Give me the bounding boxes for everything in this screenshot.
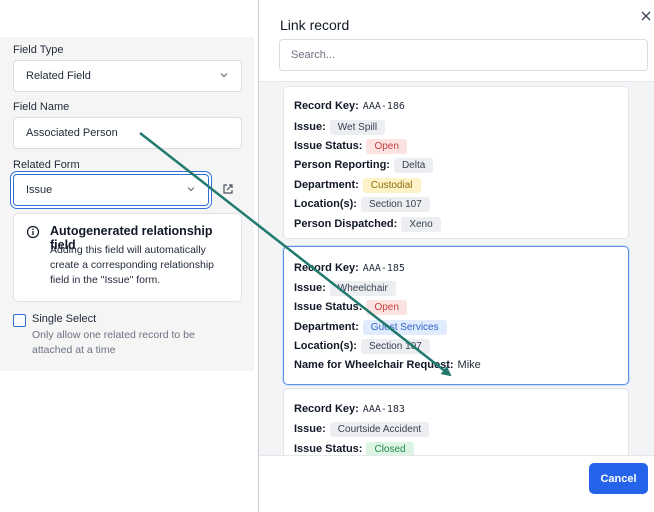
record-field: Name for Wheelchair Request: Mike xyxy=(294,356,481,374)
link-record-dialog: Link record Search... Record Key: AAA-186… xyxy=(258,0,654,512)
field-type-select[interactable]: Related Field xyxy=(13,60,242,92)
record-field: Issue Status: Open xyxy=(294,298,407,316)
single-select-checkbox[interactable] xyxy=(13,314,26,327)
field-key: Issue: xyxy=(294,282,326,294)
field-key: Department: xyxy=(294,179,359,191)
record-field: Record Key: AAA-183 xyxy=(294,400,405,418)
field-key: Record Key: xyxy=(294,100,359,112)
chevron-down-icon xyxy=(220,73,228,78)
record-field: Record Key: AAA-186 xyxy=(294,97,405,115)
field-key: Department: xyxy=(294,321,359,333)
record-key-value: AAA-185 xyxy=(362,262,405,274)
record-field: Issue Status: Closed xyxy=(294,440,414,455)
record-card[interactable]: Record Key: AAA-186 Issue: Wet Spill Issue… xyxy=(283,86,629,239)
status-badge: Open xyxy=(366,138,407,154)
field-type-value: Related Field xyxy=(26,70,91,82)
dialog-title: Link record xyxy=(280,17,350,33)
field-name-label: Field Name xyxy=(13,101,70,113)
record-list[interactable]: Record Key: AAA-186 Issue: Wet Spill Issue… xyxy=(259,81,654,456)
status-badge: Closed xyxy=(366,441,414,455)
field-name-value: Associated Person xyxy=(26,127,118,139)
record-field: Issue: Wet Spill xyxy=(294,118,386,136)
record-field: Issue: Wheelchair xyxy=(294,279,396,297)
field-key: Issue: xyxy=(294,423,326,435)
external-link-icon[interactable] xyxy=(221,182,235,196)
field-key: Issue Status: xyxy=(294,140,363,152)
location-tag: Section 107 xyxy=(360,196,430,212)
record-field: Person Reporting: Delta xyxy=(294,156,434,174)
field-key: Issue: xyxy=(294,121,326,133)
field-key: Person Dispatched: xyxy=(294,218,398,230)
related-form-value: Issue xyxy=(26,184,53,196)
department-tag: Custodial xyxy=(362,177,421,193)
issue-tag: Wet Spill xyxy=(329,119,386,135)
chevron-down-icon xyxy=(187,187,195,192)
field-key: Record Key: xyxy=(294,403,359,415)
single-select-help: Only allow one related record to be atta… xyxy=(32,329,195,356)
location-tag: Section 107 xyxy=(360,338,430,354)
info-icon xyxy=(26,225,40,239)
info-text: Adding this field will automatically cre… xyxy=(50,244,215,286)
issue-tag: Wheelchair xyxy=(329,280,396,296)
field-name-input[interactable]: Associated Person xyxy=(13,117,242,149)
related-form-select[interactable]: Issue xyxy=(13,174,209,206)
field-key: Location(s): xyxy=(294,340,357,352)
status-badge: Open xyxy=(366,299,407,315)
panel-background xyxy=(0,371,258,512)
field-key: Name for Wheelchair Request: xyxy=(294,359,454,371)
record-field: Person Dispatched: Xeno xyxy=(294,215,441,233)
record-key-value: AAA-183 xyxy=(362,403,405,415)
field-key: Person Reporting: xyxy=(294,159,390,171)
autogenerated-info-box: Autogenerated relationship field Adding … xyxy=(13,213,242,302)
department-tag: Guest Services xyxy=(362,319,447,335)
person-tag: Delta xyxy=(393,157,434,173)
single-select-label: Single Select xyxy=(32,313,97,325)
record-field: Record Key: AAA-185 xyxy=(294,259,405,277)
record-field: Issue Status: Open xyxy=(294,137,407,155)
search-input[interactable]: Search... xyxy=(279,39,648,71)
issue-tag: Courtside Accident xyxy=(329,421,430,437)
record-card-selected[interactable]: Record Key: AAA-185 Issue: Wheelchair Issu… xyxy=(283,246,629,385)
record-field: Department: Guest Services xyxy=(294,318,447,336)
record-card[interactable]: Record Key: AAA-183 Issue: Courtside Accid… xyxy=(283,388,629,455)
search-placeholder: Search... xyxy=(291,49,336,61)
record-field: Department: Custodial xyxy=(294,176,421,194)
field-key: Issue Status: xyxy=(294,301,363,313)
field-type-label: Field Type xyxy=(13,44,64,56)
field-key: Record Key: xyxy=(294,262,359,274)
related-form-label: Related Form xyxy=(13,159,80,171)
close-icon[interactable] xyxy=(640,10,652,22)
field-key: Location(s): xyxy=(294,198,357,210)
field-key: Issue Status: xyxy=(294,443,363,455)
record-field: Location(s): Section 107 xyxy=(294,337,430,355)
cancel-button[interactable]: Cancel xyxy=(589,463,648,494)
wheelchair-name-value: Mike xyxy=(457,359,481,371)
record-field: Location(s): Section 107 xyxy=(294,195,430,213)
person-tag: Xeno xyxy=(401,216,441,232)
record-field: Issue: Courtside Accident xyxy=(294,420,430,438)
record-key-value: AAA-186 xyxy=(362,100,405,112)
